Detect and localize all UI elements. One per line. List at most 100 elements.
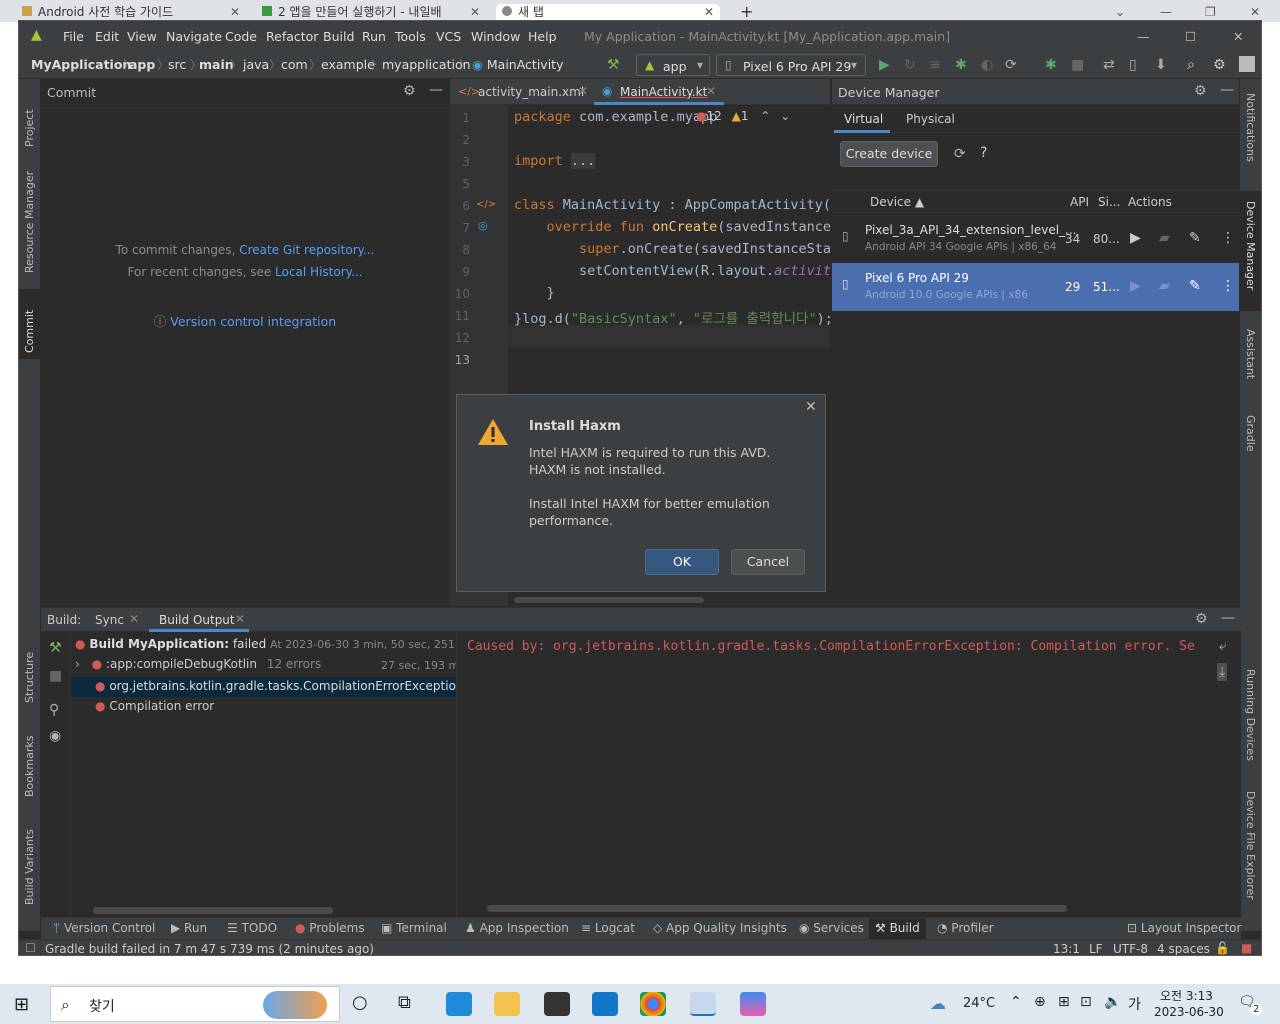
sdk-manager-icon[interactable]: ⬇ [1155,58,1167,72]
close-tab-icon[interactable]: ✕ [578,84,588,98]
tool-terminal[interactable]: ▣ Terminal [381,921,447,935]
tool-app-inspection[interactable]: ♟ App Inspection [465,921,569,935]
breadcrumb-example[interactable]: example [321,57,375,72]
menu-help[interactable]: Help [528,29,557,44]
tool-gradle[interactable]: Gradle [1244,415,1257,475]
tool-problems[interactable]: ● Problems [295,921,365,935]
rerun-icon[interactable]: ↻ [904,58,916,72]
tray-app-icon[interactable]: ⊞ [1058,994,1070,1010]
volume-icon[interactable]: 🔈 [1104,994,1121,1010]
launch-icon[interactable]: ▶ [1130,231,1141,245]
more-menu-icon[interactable]: ⋮ [1221,231,1235,245]
column-api[interactable]: API [1070,195,1089,209]
tab-virtual[interactable]: Virtual [834,105,890,133]
breadcrumb-package[interactable]: myapplication [382,57,471,72]
tool-todo[interactable]: ☰ TODO [227,921,277,935]
tool-resource-manager[interactable]: Resource Manager [23,163,36,273]
settings-gear-icon[interactable]: ⚙ [1194,84,1207,98]
eye-icon[interactable]: ◉ [49,729,61,743]
menu-tools[interactable]: Tools [395,29,426,44]
menu-navigate[interactable]: Navigate [166,29,222,44]
chevron-down-icon[interactable]: ⌄ [780,109,790,123]
cancel-button[interactable]: Cancel [731,549,805,575]
launch-icon[interactable]: ▶ [1130,279,1141,293]
edit-pencil-icon[interactable]: ✎ [1189,279,1201,293]
close-tab-icon[interactable]: ✕ [230,4,240,20]
clock-time[interactable]: 오전 3:13 [1160,987,1213,1004]
ime-indicator[interactable]: 가 [1128,994,1141,1014]
tree-row-selected[interactable]: ● org.jetbrains.kotlin.gradle.tasks.Comp… [71,677,456,697]
breadcrumb-main[interactable]: main [199,57,234,72]
line-separator[interactable]: LF [1089,942,1103,955]
menu-refactor[interactable]: Refactor [266,29,318,44]
tab-physical[interactable]: Physical [896,105,962,133]
tool-device-manager[interactable]: Device Manager [1244,201,1257,311]
tool-commit[interactable]: Commit [23,295,36,353]
folder-icon[interactable]: ▰ [1159,231,1170,245]
settings-gear-icon[interactable]: ⚙ [403,84,416,98]
profile-icon[interactable]: ◐ [981,58,993,72]
task-view-icon[interactable]: ⧉ [398,992,411,1013]
column-device[interactable]: Device ▲ [870,195,924,209]
chevron-right-icon[interactable]: › [75,657,80,671]
menu-run[interactable]: Run [362,29,386,44]
maximize-icon[interactable]: ☐ [1185,29,1196,44]
inspection-widget[interactable]: ●12 ▲1 ⌃ ⌄ [696,109,790,123]
tool-device-file-explorer[interactable]: Device File Explorer [1244,791,1257,921]
tool-run[interactable]: ▶ Run [171,921,207,935]
tool-running-devices[interactable]: Running Devices [1244,669,1257,779]
edge-icon[interactable] [446,992,472,1016]
device-row[interactable]: ▯ Pixel_3a_API_34_extension_level_... An… [832,215,1241,263]
refresh-icon[interactable]: ⟳ [954,147,966,161]
create-device-button[interactable]: Create device [840,141,938,167]
debug-icon[interactable]: ✱ [955,58,967,72]
tool-layout-inspector[interactable]: ⊡ Layout Inspector [1127,921,1241,935]
hide-icon[interactable]: — [1221,611,1235,625]
hide-icon[interactable]: — [1220,83,1234,97]
more-menu-icon[interactable]: ⋮ [1221,279,1235,293]
close-tab-icon[interactable]: ✕ [706,84,716,98]
menu-vcs[interactable]: VCS [436,29,461,44]
horizontal-scrollbar[interactable] [487,905,1067,912]
tool-structure[interactable]: Structure [23,633,36,703]
menu-build[interactable]: Build [323,29,354,44]
windows-start-icon[interactable]: ⊞ [14,994,29,1015]
menu-file[interactable]: File [63,29,84,44]
tool-app-quality-insights[interactable]: ◇ App Quality Insights [653,921,787,935]
settings-gear-icon[interactable]: ⚙ [1213,58,1226,72]
attach-icon[interactable]: ✱ [1045,58,1057,72]
lock-icon[interactable]: 🔓 [1215,941,1230,955]
chevron-up-icon[interactable]: ⌃ [1010,994,1022,1010]
error-indicator-icon[interactable]: ■ [1241,941,1252,955]
tool-bookmarks[interactable]: Bookmarks [23,717,36,797]
chrome-icon[interactable] [640,992,666,1016]
tab-sync[interactable]: Sync ✕ [89,608,145,632]
tool-version-control[interactable]: ᛘ Version Control [53,921,155,935]
layout-gutter-icon[interactable]: </> [476,199,496,210]
attach-debugger-icon[interactable]: ⟳ [1005,58,1017,72]
minimize-icon[interactable]: — [1137,29,1150,44]
create-git-repo-link[interactable]: Create Git repository... [239,243,374,257]
menu-view[interactable]: View [127,29,157,44]
tool-services[interactable]: ◉ Services [799,921,864,935]
file-encoding[interactable]: UTF-8 [1113,942,1148,955]
status-message[interactable]: Gradle build failed in 7 m 47 s 739 ms (… [45,942,374,955]
menu-window[interactable]: Window [471,29,520,44]
stop-icon[interactable]: ■ [49,669,62,683]
tray-app-icon[interactable]: ⊕ [1034,994,1046,1010]
hammer-icon[interactable]: ⚒ [607,58,620,72]
breadcrumb-file[interactable]: ◉ MainActivity [472,57,563,72]
breadcrumb-src[interactable]: src [168,57,186,72]
caret-position[interactable]: 13:1 [1053,942,1080,955]
tree-row[interactable]: ● Compilation error [95,699,455,717]
device-manager-icon[interactable]: ▯ [1129,58,1137,72]
settings-gear-icon[interactable]: ⚙ [1195,612,1208,626]
file-explorer-icon[interactable] [494,992,520,1016]
local-history-link[interactable]: Local History... [275,265,362,279]
breadcrumb-project[interactable]: MyApplication [31,57,131,72]
tab-mainactivity-kt[interactable]: ◉ MainActivity.kt ✕ [594,79,724,105]
stop-icon[interactable]: ■ [1071,58,1084,72]
sync-gradle-icon[interactable]: ⇄ [1103,58,1115,72]
avatar[interactable] [1239,56,1255,72]
chevron-up-icon[interactable]: ⌃ [760,109,770,123]
